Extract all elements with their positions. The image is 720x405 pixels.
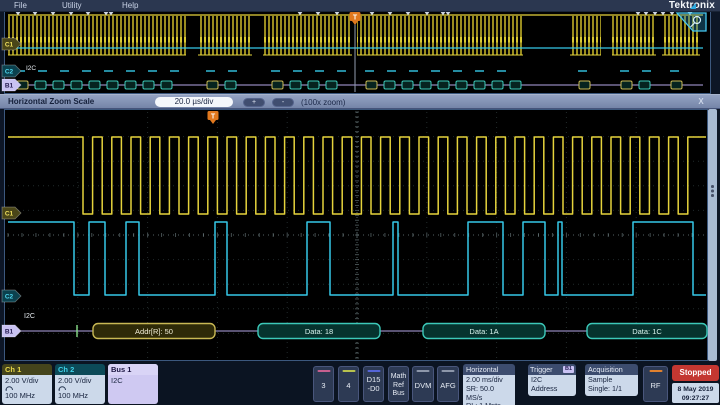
menu-item-utility[interactable]: Utility	[62, 1, 82, 10]
oscilloscope-screen: File Utility Help Tektronix Horizontal Z…	[0, 0, 720, 405]
trigger-condition: Address	[531, 385, 573, 394]
afg-button[interactable]: AFG	[437, 366, 459, 402]
acquisition-settings-badge[interactable]: Acquisition Sample Single: 1/1	[585, 364, 638, 396]
tektronix-logo: Tektronix	[669, 0, 715, 11]
zoom-close-button[interactable]: X	[694, 97, 708, 106]
channel2-scale: 2.00 V/div	[58, 376, 91, 385]
channel4-button[interactable]: 4	[338, 366, 359, 402]
channel4-color-bar	[342, 370, 355, 372]
time-value: 09:27:27	[672, 394, 719, 403]
sample-rate: SR: 50.0 MS/s	[466, 385, 512, 403]
bottom-status-bar: Ch 1 2.00 V/div 100 MHz Ch 2 2.00 V/div …	[0, 361, 720, 405]
side-drawer-handle[interactable]	[708, 109, 717, 361]
drag-dots-icon	[711, 185, 714, 188]
menu-item-help[interactable]: Help	[122, 1, 138, 10]
afg-color-bar	[442, 370, 455, 372]
math-ref-bus-button[interactable]: MathRefBus	[388, 366, 409, 402]
zoom-view-panel[interactable]	[4, 109, 708, 361]
channel3-button[interactable]: 3	[313, 366, 334, 402]
horizontal-zoom-scale-bar: Horizontal Zoom Scale 20.0 µs/div + - (1…	[0, 94, 720, 109]
zoom-scale-title: Horizontal Zoom Scale	[8, 97, 94, 106]
rf-button[interactable]: RF	[643, 366, 668, 402]
channel2-name: Ch 2	[55, 364, 105, 375]
menu-item-file[interactable]: File	[14, 1, 27, 10]
run-status-badge[interactable]: Stopped	[672, 365, 719, 381]
zoom-scale-value[interactable]: 20.0 µs/div	[155, 97, 233, 108]
rf-color-bar	[649, 370, 662, 372]
zoom-out-button[interactable]: -	[272, 98, 294, 107]
overview-panel[interactable]	[4, 11, 711, 94]
horizontal-title: Horizontal	[463, 364, 515, 375]
channel1-scale: 2.00 V/div	[5, 376, 38, 385]
trigger-title: Trigger	[530, 365, 553, 374]
bus1-badge[interactable]: Bus 1 I2C	[108, 364, 158, 404]
dvm-button[interactable]: DVM	[412, 366, 434, 402]
menu-bar: File Utility Help Tektronix	[0, 0, 720, 12]
acquisition-title: Acquisition	[585, 364, 638, 375]
channel1-badge[interactable]: Ch 1 2.00 V/div 100 MHz	[2, 364, 52, 404]
digital-color-bar	[367, 370, 380, 372]
date-time-display: 8 May 2019 09:27:27	[672, 383, 719, 403]
channel2-badge[interactable]: Ch 2 2.00 V/div 100 MHz	[55, 364, 105, 404]
zoom-factor-label: (100x zoom)	[301, 98, 345, 107]
dvm-color-bar	[417, 370, 430, 372]
horizontal-settings-badge[interactable]: Horizontal 2.00 ms/div SR: 50.0 MS/s RL:…	[463, 364, 515, 405]
channel2-bandwidth: 100 MHz	[58, 391, 88, 400]
date-value: 8 May 2019	[672, 385, 719, 394]
zoom-in-button[interactable]: +	[243, 98, 265, 107]
trigger-settings-badge[interactable]: Trigger B1 I2C Address	[528, 364, 576, 396]
bus1-name: Bus 1	[108, 364, 158, 375]
channel1-name: Ch 1	[2, 364, 52, 375]
channel1-bandwidth: 100 MHz	[5, 391, 35, 400]
bus1-type: I2C	[111, 376, 123, 385]
channel3-color-bar	[317, 370, 330, 372]
digital-channels-button[interactable]: D15-D0	[363, 366, 384, 402]
acquisition-count: Single: 1/1	[588, 385, 635, 394]
trigger-source-icon: B1	[563, 366, 574, 373]
